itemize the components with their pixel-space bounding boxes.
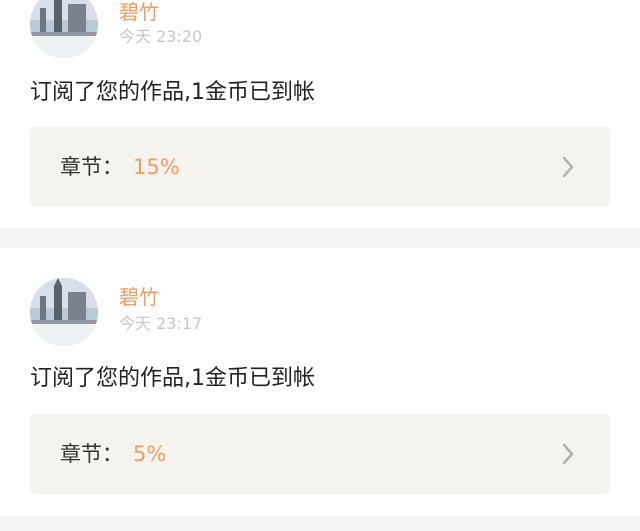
user-avatar[interactable] bbox=[30, 0, 98, 58]
user-name[interactable]: 碧竹 bbox=[119, 285, 159, 309]
timestamp: 今天 23:20 bbox=[119, 27, 203, 46]
notification-card[interactable]: 碧竹 今天 23:20 订阅了您的作品,1金币已到帐 章节： 15% bbox=[0, 0, 640, 228]
chapter-row[interactable]: 章节： 5% bbox=[30, 414, 610, 494]
avatar-image bbox=[30, 0, 98, 58]
notification-message: 订阅了您的作品,1金币已到帐 bbox=[30, 80, 315, 105]
user-avatar[interactable] bbox=[30, 278, 98, 346]
notification-card[interactable]: 碧竹 今天 23:17 订阅了您的作品,1金币已到帐 章节： 5% bbox=[0, 248, 640, 516]
chevron-right-icon[interactable] bbox=[556, 440, 580, 468]
user-name[interactable]: 碧竹 bbox=[119, 0, 159, 24]
chapter-row[interactable]: 章节： 15% bbox=[30, 127, 610, 207]
notification-message: 订阅了您的作品,1金币已到帐 bbox=[30, 366, 315, 391]
chevron-right-icon[interactable] bbox=[556, 153, 580, 181]
section-separator bbox=[0, 516, 640, 531]
chapter-progress: 15% bbox=[133, 155, 180, 179]
avatar-image bbox=[30, 278, 98, 346]
chapter-progress: 5% bbox=[133, 442, 167, 466]
chapter-label: 章节： bbox=[60, 155, 123, 179]
section-separator bbox=[0, 228, 640, 248]
chapter-label: 章节： bbox=[60, 442, 123, 466]
timestamp: 今天 23:17 bbox=[119, 314, 203, 333]
